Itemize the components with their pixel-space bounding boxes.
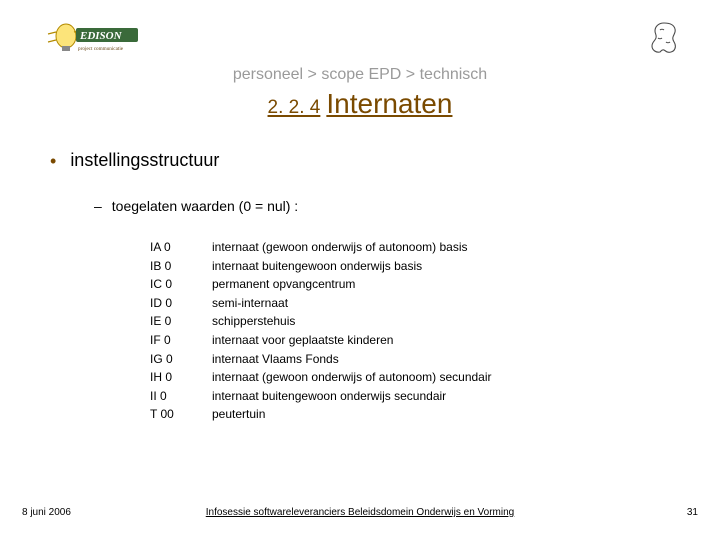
value-code: IB 0 bbox=[150, 257, 212, 276]
value-row: IA 0internaat (gewoon onderwijs of auton… bbox=[150, 238, 492, 257]
svg-text:EDISON: EDISON bbox=[79, 30, 123, 42]
bullet-level-2: – toegelaten waarden (0 = nul) : bbox=[94, 198, 298, 214]
breadcrumb: personeel > scope EPD > technisch bbox=[0, 66, 720, 84]
value-desc: internaat (gewoon onderwijs of autonoom)… bbox=[212, 238, 467, 257]
value-row: IF 0internaat voor geplaatste kinderen bbox=[150, 331, 492, 350]
value-code: IF 0 bbox=[150, 331, 212, 350]
dash-marker-icon: – bbox=[94, 198, 102, 214]
value-row: II 0internaat buitengewoon onderwijs sec… bbox=[150, 387, 492, 406]
value-row: IE 0schipperstehuis bbox=[150, 312, 492, 331]
value-row: IB 0internaat buitengewoon onderwijs bas… bbox=[150, 257, 492, 276]
value-desc: internaat voor geplaatste kinderen bbox=[212, 331, 393, 350]
value-code: ID 0 bbox=[150, 294, 212, 313]
footer-text: Infosessie softwareleveranciers Beleidsd… bbox=[0, 507, 720, 518]
slide: EDISON project communicatie personeel > … bbox=[0, 0, 720, 540]
value-desc: internaat Vlaams Fonds bbox=[212, 350, 339, 369]
slide-title: 2. 2. 4Internaten bbox=[0, 88, 720, 120]
value-code: IC 0 bbox=[150, 275, 212, 294]
value-desc: internaat buitengewoon onderwijs secunda… bbox=[212, 387, 446, 406]
value-row: IG 0internaat Vlaams Fonds bbox=[150, 350, 492, 369]
value-code: T 00 bbox=[150, 405, 212, 424]
value-desc: permanent opvangcentrum bbox=[212, 275, 355, 294]
value-code: IE 0 bbox=[150, 312, 212, 331]
title-text: Internaten bbox=[326, 88, 452, 119]
value-row: IC 0permanent opvangcentrum bbox=[150, 275, 492, 294]
value-desc: schipperstehuis bbox=[212, 312, 295, 331]
bullet-marker-icon: • bbox=[50, 152, 56, 170]
svg-text:project communicatie: project communicatie bbox=[78, 46, 124, 52]
value-desc: internaat buitengewoon onderwijs basis bbox=[212, 257, 422, 276]
value-list: IA 0internaat (gewoon onderwijs of auton… bbox=[150, 238, 492, 424]
bullet-l1-text: instellingsstructuur bbox=[70, 150, 219, 171]
title-number: 2. 2. 4 bbox=[268, 97, 321, 118]
value-code: IA 0 bbox=[150, 238, 212, 257]
lion-logo bbox=[646, 20, 682, 56]
value-code: II 0 bbox=[150, 387, 212, 406]
value-code: IH 0 bbox=[150, 368, 212, 387]
bullet-l2-text: toegelaten waarden (0 = nul) : bbox=[112, 198, 298, 214]
value-desc: peutertuin bbox=[212, 405, 265, 424]
value-code: IG 0 bbox=[150, 350, 212, 369]
value-row: T 00peutertuin bbox=[150, 405, 492, 424]
footer-page-number: 31 bbox=[687, 507, 698, 518]
value-desc: internaat (gewoon onderwijs of autonoom)… bbox=[212, 368, 492, 387]
value-row: ID 0semi-internaat bbox=[150, 294, 492, 313]
edison-logo: EDISON project communicatie bbox=[42, 20, 142, 56]
value-desc: semi-internaat bbox=[212, 294, 288, 313]
value-row: IH 0internaat (gewoon onderwijs of auton… bbox=[150, 368, 492, 387]
bullet-level-1: • instellingsstructuur bbox=[50, 150, 219, 171]
